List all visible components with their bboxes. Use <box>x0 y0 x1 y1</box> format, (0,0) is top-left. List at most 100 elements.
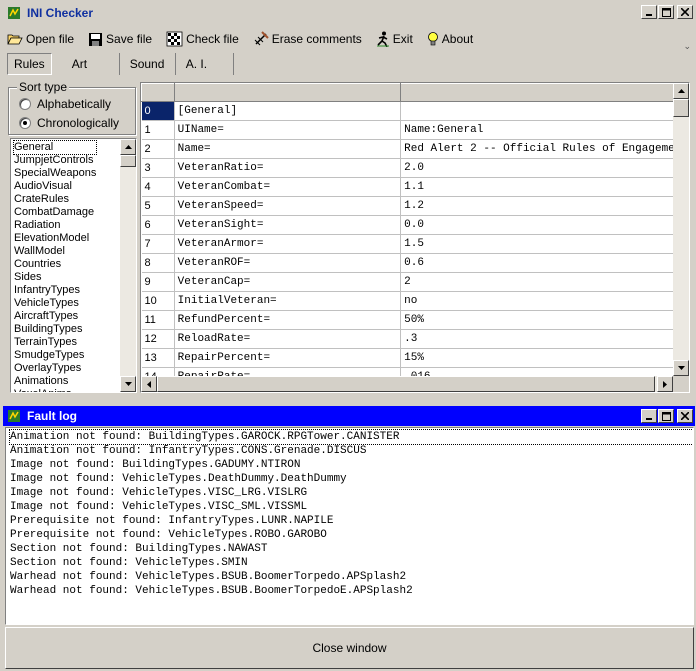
tab-sound[interactable]: Sound <box>120 53 176 75</box>
table-row[interactable]: 13 RepairPercent= 15% <box>141 348 689 368</box>
fault-log-minimize-button[interactable] <box>641 409 657 423</box>
row-number-cell[interactable]: 7 <box>141 234 175 254</box>
key-cell[interactable]: UIName= <box>174 120 402 140</box>
value-cell[interactable]: 1.1 <box>400 177 689 197</box>
table-row[interactable]: 9 VeteranCap= 2 <box>141 272 689 292</box>
close-button[interactable] <box>677 5 693 19</box>
value-cell[interactable]: 1.2 <box>400 196 689 216</box>
key-cell[interactable]: VeteranSight= <box>174 215 402 235</box>
section-list-item[interactable]: BuildingTypes <box>14 323 96 336</box>
key-cell[interactable]: VeteranSpeed= <box>174 196 402 216</box>
value-cell[interactable]: 50% <box>400 310 689 330</box>
section-list-item[interactable]: JumpjetControls <box>14 154 96 167</box>
table-row[interactable]: 6 VeteranSight= 0.0 <box>141 215 689 235</box>
title-bar[interactable]: INI Checker <box>3 3 695 23</box>
row-number-cell[interactable]: 13 <box>141 348 175 368</box>
row-number-cell[interactable]: 12 <box>141 329 175 349</box>
row-number-cell[interactable]: 0 <box>141 101 175 121</box>
fault-log-close-button[interactable] <box>677 409 693 423</box>
section-list-item[interactable]: SmudgeTypes <box>14 349 96 362</box>
key-cell[interactable]: Name= <box>174 139 402 159</box>
table-row[interactable]: 8 VeteranROF= 0.6 <box>141 253 689 273</box>
value-cell[interactable]: 2 <box>400 272 689 292</box>
section-list-item[interactable]: TerrainTypes <box>14 336 96 349</box>
value-cell[interactable]: 15% <box>400 348 689 368</box>
save-file-button[interactable]: Save file <box>86 28 154 50</box>
grid-scroll-right-button[interactable] <box>657 376 673 392</box>
erase-comments-button[interactable]: Erase comments <box>251 28 364 50</box>
fault-log-line[interactable]: Section not found: VehicleTypes.SMIN <box>10 556 693 570</box>
minimize-button[interactable] <box>641 5 657 19</box>
section-list-item[interactable]: VoxelAnims <box>14 388 96 392</box>
section-list-item[interactable]: AircraftTypes <box>14 310 96 323</box>
value-cell[interactable] <box>400 101 689 121</box>
section-list-item[interactable]: General <box>12 140 98 155</box>
sort-alphabetically-radio[interactable]: Alphabetically <box>19 97 111 111</box>
key-cell[interactable]: VeteranCombat= <box>174 177 402 197</box>
table-row[interactable]: 12 ReloadRate= .3 <box>141 329 689 349</box>
grid-horizontal-scrollbar[interactable] <box>141 376 673 392</box>
section-list-item[interactable]: AudioVisual <box>14 180 96 193</box>
grid-scroll-left-button[interactable] <box>141 376 157 392</box>
section-list-item[interactable]: Sides <box>14 271 96 284</box>
row-number-cell[interactable]: 4 <box>141 177 175 197</box>
fault-log-line[interactable]: Prerequisite not found: VehicleTypes.ROB… <box>10 528 693 542</box>
row-number-cell[interactable]: 1 <box>141 120 175 140</box>
row-number-cell[interactable]: 2 <box>141 139 175 159</box>
fault-log-line[interactable]: Warhead not found: VehicleTypes.BSUB.Boo… <box>10 584 693 598</box>
key-cell[interactable]: VeteranROF= <box>174 253 402 273</box>
fault-log-line[interactable]: Image not found: BuildingTypes.GADUMY.NT… <box>10 458 693 472</box>
check-file-button[interactable]: Check file <box>164 28 241 50</box>
tab-art[interactable]: Art <box>62 53 120 75</box>
table-row[interactable]: 1 UIName= Name:General <box>141 120 689 140</box>
value-cell[interactable]: Name:General <box>400 120 689 140</box>
value-cell[interactable]: 0.0 <box>400 215 689 235</box>
value-cell[interactable]: no <box>400 291 689 311</box>
fault-log-line[interactable]: Image not found: VehicleTypes.DeathDummy… <box>10 472 693 486</box>
sort-chronologically-radio[interactable]: Chronologically <box>19 116 119 130</box>
grid-scroll-down-button[interactable] <box>673 360 689 376</box>
exit-button[interactable]: Exit <box>374 28 415 50</box>
scroll-thumb[interactable] <box>120 155 136 167</box>
tab-rules[interactable]: Rules <box>7 53 52 75</box>
grid-hscroll-thumb[interactable] <box>157 376 655 392</box>
key-cell[interactable]: ReloadRate= <box>174 329 402 349</box>
row-number-cell[interactable]: 11 <box>141 310 175 330</box>
ini-grid[interactable]: 0 [General] 1 UIName= Name:General 2 Name= Red … <box>140 82 690 393</box>
grid-vertical-scrollbar[interactable] <box>673 83 689 376</box>
section-list-item[interactable]: OverlayTypes <box>14 362 96 375</box>
value-cell[interactable]: 1.5 <box>400 234 689 254</box>
value-cell[interactable]: 0.6 <box>400 253 689 273</box>
section-list-item[interactable]: Countries <box>14 258 96 271</box>
section-list-item[interactable]: CrateRules <box>14 193 96 206</box>
about-button[interactable]: About <box>425 28 475 50</box>
table-row[interactable]: 0 [General] <box>141 101 689 121</box>
key-cell[interactable]: VeteranArmor= <box>174 234 402 254</box>
scroll-down-button[interactable] <box>120 376 136 392</box>
fault-log-list[interactable]: Animation not found: BuildingTypes.GAROC… <box>5 427 694 625</box>
row-number-cell[interactable]: 8 <box>141 253 175 273</box>
fault-log-titlebar[interactable]: Fault log <box>3 406 695 426</box>
section-list-item[interactable]: WallModel <box>14 245 96 258</box>
key-cell[interactable]: VeteranCap= <box>174 272 402 292</box>
scroll-up-button[interactable] <box>120 139 136 155</box>
key-cell[interactable]: RepairPercent= <box>174 348 402 368</box>
fault-log-line[interactable]: Image not found: VehicleTypes.VISC_LRG.V… <box>10 486 693 500</box>
close-window-button[interactable]: Close window <box>5 627 694 669</box>
table-row[interactable]: 4 VeteranCombat= 1.1 <box>141 177 689 197</box>
table-row[interactable]: 3 VeteranRatio= 2.0 <box>141 158 689 178</box>
key-cell[interactable]: RefundPercent= <box>174 310 402 330</box>
maximize-button[interactable] <box>658 5 674 19</box>
fault-log-line[interactable]: Animation not found: InfantryTypes.CONS.… <box>10 444 693 458</box>
section-list-item[interactable]: VehicleTypes <box>14 297 96 310</box>
section-list-item[interactable]: CombatDamage <box>14 206 96 219</box>
section-list-scrollbar[interactable] <box>120 139 136 392</box>
key-cell[interactable]: InitialVeteran= <box>174 291 402 311</box>
row-number-cell[interactable]: 9 <box>141 272 175 292</box>
value-cell[interactable]: 2.0 <box>400 158 689 178</box>
value-cell[interactable]: Red Alert 2 -- Official Rules of Engagem… <box>400 139 689 159</box>
grid-scroll-thumb[interactable] <box>673 99 689 117</box>
grid-scroll-up-button[interactable] <box>673 83 689 99</box>
table-row[interactable]: 7 VeteranArmor= 1.5 <box>141 234 689 254</box>
section-list[interactable]: General JumpjetControls SpecialWeapons Audi… <box>10 138 137 393</box>
